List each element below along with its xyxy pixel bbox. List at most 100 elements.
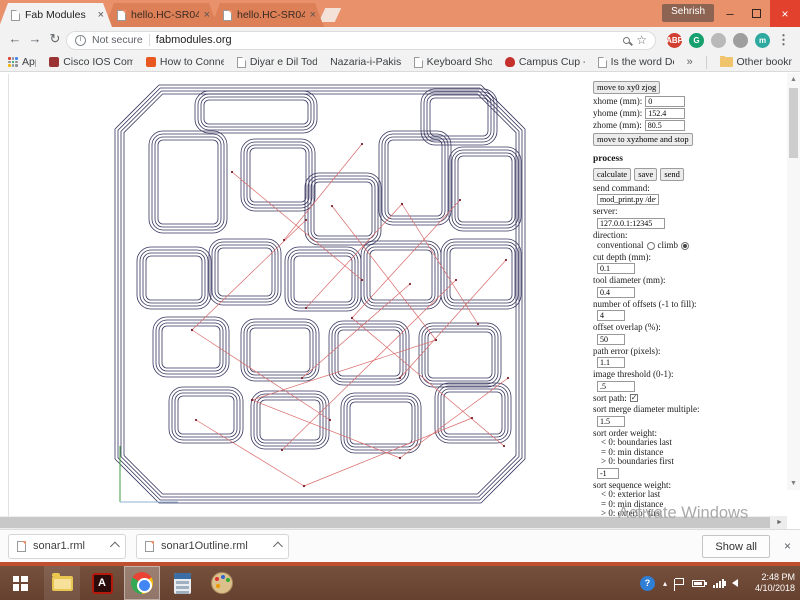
bookmark-item[interactable]: Cisco IOS Command — [49, 56, 133, 68]
server-input[interactable] — [597, 217, 665, 229]
bookmarks-overflow-icon[interactable]: » — [687, 56, 693, 68]
mendeley-extension-icon[interactable]: m — [755, 32, 770, 48]
acrobat-taskbar-button[interactable]: A — [84, 566, 120, 600]
calculator-taskbar-button[interactable] — [164, 566, 200, 600]
tab-close-icon[interactable]: × — [204, 10, 210, 20]
help-tray-icon[interactable]: ? — [639, 575, 655, 591]
direction-climb-label: climb — [657, 240, 679, 250]
path-error-label: path error (pixels): — [593, 345, 661, 356]
info-icon[interactable] — [75, 34, 86, 46]
chevron-up-icon[interactable] — [272, 541, 283, 551]
direction-conventional-radio[interactable] — [646, 241, 655, 250]
download-item[interactable]: sonar1.rml — [8, 533, 126, 559]
tab-fab-modules[interactable]: Fab Modules × — [0, 3, 112, 27]
search-icon[interactable] — [623, 36, 631, 44]
show-all-downloads-button[interactable]: Show all — [702, 535, 770, 558]
sort-merge-label: sort merge diameter multiple: — [593, 404, 700, 414]
volume-icon[interactable] — [723, 579, 738, 587]
reload-icon[interactable]: ↻ — [46, 31, 64, 47]
horizontal-scrollbar[interactable]: ► — [0, 516, 787, 529]
offsets-input[interactable] — [597, 310, 625, 321]
taskbar-clock[interactable]: 2:48 PM 4/10/2018 — [755, 572, 795, 594]
sort-order-weight-input[interactable] — [597, 467, 619, 479]
bookmark-item[interactable]: Campus Cup - Drop — [504, 56, 585, 68]
download-filename: sonar1.rml — [33, 540, 85, 552]
send-command-input[interactable] — [597, 194, 659, 205]
canvas-border — [8, 74, 9, 517]
favicon — [504, 57, 515, 67]
start-button[interactable] — [2, 566, 38, 600]
tab-close-icon[interactable]: × — [310, 10, 316, 20]
tab-title: hello.HC-SR04.png (1676 — [131, 9, 199, 21]
address-bar[interactable]: Not secure fabmodules.org ☆ — [66, 30, 656, 50]
restore-icon — [751, 9, 761, 18]
download-item[interactable]: sonar1Outline.rml — [135, 533, 289, 559]
tool-diameter-label: tool diameter (mm): — [593, 275, 666, 285]
vertical-scrollbar-thumb[interactable] — [789, 88, 798, 158]
security-label[interactable]: Not secure — [92, 34, 143, 46]
browser-menu-icon[interactable]: ⋮ — [777, 32, 790, 48]
tab-close-icon[interactable]: × — [98, 10, 104, 20]
new-tab-button[interactable] — [318, 8, 342, 22]
scroll-down-icon[interactable]: ▼ — [787, 477, 800, 490]
windows-taskbar: A ? ▴ 2:48 PM 4/10/2018 — [0, 566, 800, 600]
file-icon — [144, 540, 154, 552]
file-explorer-taskbar-button[interactable] — [44, 566, 80, 600]
path-error-input[interactable] — [597, 357, 625, 368]
image-threshold-input[interactable] — [597, 380, 635, 392]
adblock-extension-icon[interactable]: ABP — [666, 32, 683, 48]
favicon — [49, 57, 60, 67]
paint-icon — [211, 572, 233, 594]
bookmark-star-icon[interactable]: ☆ — [636, 33, 647, 47]
url-text[interactable]: fabmodules.org — [156, 34, 232, 46]
download-bar-close-icon[interactable]: × — [784, 539, 791, 553]
restore-button[interactable] — [744, 0, 768, 27]
tool-diameter-input[interactable] — [597, 286, 635, 298]
battery-icon[interactable] — [692, 579, 707, 587]
clock-date: 4/10/2018 — [754, 583, 795, 593]
cut-depth-input[interactable] — [597, 263, 635, 274]
mail-extension-icon[interactable] — [711, 32, 726, 48]
profile-name-badge[interactable]: Sehrish — [662, 4, 714, 22]
tab-strip: Fab Modules × hello.HC-SR04.png (1676 × … — [6, 3, 342, 27]
save-button[interactable]: save — [634, 167, 658, 181]
sort-merge-input[interactable] — [597, 415, 625, 427]
sort-order-line: > 0: boundaries first — [601, 456, 674, 466]
chevron-up-icon[interactable] — [109, 541, 120, 551]
bookmark-item[interactable]: Nazaria-i-Pakistan T — [330, 56, 401, 68]
offset-overlap-label: offset overlap (%): — [593, 322, 661, 332]
bookmark-item[interactable]: Diyar e Dil Today Ep — [236, 56, 317, 68]
sphere-extension-icon[interactable] — [733, 32, 748, 48]
calculate-button[interactable]: calculate — [593, 167, 632, 181]
forward-icon[interactable]: → — [26, 31, 44, 46]
sort-path-checkbox[interactable] — [629, 393, 638, 403]
tab-hello-png[interactable]: hello.HC-SR04.png (1676 × — [105, 3, 218, 27]
move-xy0-zjog-button[interactable]: move to xy0 zjog — [593, 81, 661, 94]
action-center-flag-icon[interactable] — [674, 577, 684, 591]
grammarly-extension-icon[interactable]: G — [689, 32, 704, 48]
tab-hello-jpg[interactable]: hello.HC-SR04.jpg (2353 × — [211, 3, 324, 27]
scroll-up-icon[interactable]: ▲ — [787, 73, 800, 86]
xhome-input[interactable] — [645, 96, 686, 107]
offset-overlap-input[interactable] — [597, 333, 625, 345]
other-bookmarks[interactable]: Other bookmarks — [719, 56, 792, 68]
tray-expand-icon[interactable]: ▴ — [663, 579, 667, 588]
scroll-right-icon[interactable]: ► — [772, 516, 787, 529]
bookmark-item[interactable]: How to Connect Tw — [145, 56, 224, 68]
paint-taskbar-button[interactable] — [204, 566, 240, 600]
bookmark-item[interactable]: Keyboard Shortcuts — [413, 56, 492, 68]
apps-shortcut[interactable]: Apps — [8, 56, 36, 68]
send-button[interactable]: send — [660, 167, 684, 181]
minimize-button[interactable]: – — [718, 0, 742, 27]
back-icon[interactable]: ← — [6, 31, 24, 46]
divider — [148, 34, 150, 46]
direction-climb-radio[interactable] — [681, 241, 689, 250]
zhome-input[interactable] — [644, 120, 685, 131]
vertical-scrollbar[interactable]: ▲ ▼ — [787, 73, 800, 490]
yhome-input[interactable] — [645, 108, 686, 119]
bookmark-item[interactable]: Is the word Destiny — [597, 56, 674, 68]
close-window-button[interactable]: × — [770, 0, 800, 27]
horizontal-scrollbar-thumb[interactable] — [0, 517, 770, 528]
chrome-taskbar-button-active[interactable] — [124, 566, 160, 600]
move-xyzhome-stop-button[interactable]: move to xyzhome and stop — [593, 133, 693, 146]
